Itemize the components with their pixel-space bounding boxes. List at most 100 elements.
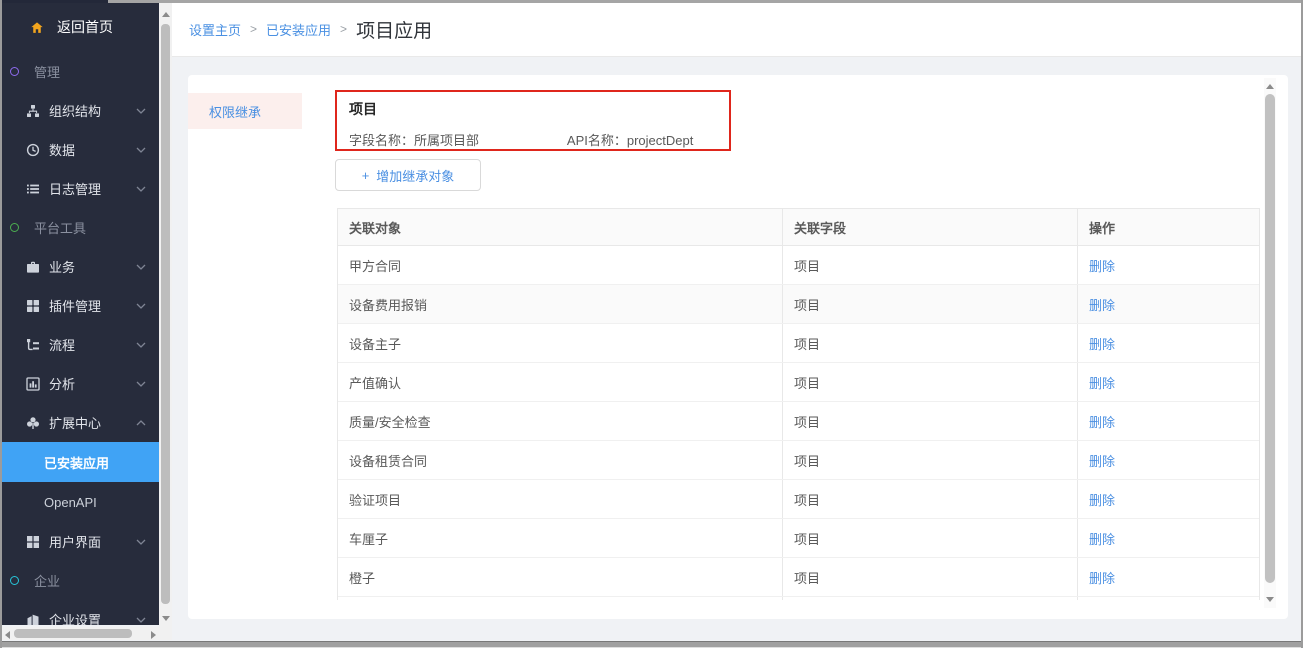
cell-field: 项目	[783, 324, 1078, 362]
chevron-down-icon	[136, 186, 146, 192]
sidebar-item-label: 组织结构	[49, 101, 101, 120]
sidebar-item-log-management[interactable]: 日志管理	[2, 169, 159, 208]
breadcrumb-bar: 设置主页 > 已安装应用 > 项目应用	[172, 2, 1303, 57]
delete-link[interactable]: 删除	[1089, 256, 1115, 275]
table-row: 质量/安全检查 项目 删除	[338, 402, 1259, 441]
tab-permission-inheritance[interactable]: 权限继承	[188, 93, 302, 129]
table-row: 橙子 项目 删除	[338, 558, 1259, 597]
sidebar-item-label: 分析	[49, 374, 75, 393]
api-name-pair: API名称：projectDept	[567, 133, 693, 148]
chevron-down-icon	[136, 264, 146, 270]
plugin-grid-icon	[26, 299, 40, 313]
scroll-down-icon[interactable]	[1266, 597, 1274, 602]
chevron-down-icon	[136, 303, 146, 309]
table-header-object: 关联对象	[338, 209, 783, 245]
scroll-right-icon[interactable]	[151, 631, 156, 639]
sidebar-section-label: 管理	[34, 62, 60, 81]
scroll-down-icon[interactable]	[162, 616, 170, 621]
api-name-value: projectDept	[627, 133, 693, 148]
field-name-label: 字段名称：	[349, 133, 414, 148]
sidebar-item-label: 返回首页	[57, 17, 113, 37]
field-info-row: 字段名称：所属项目部 API名称：projectDept	[349, 130, 717, 149]
chevron-down-icon	[136, 617, 146, 623]
table-row-partial	[338, 597, 1259, 600]
sidebar-item-org-structure[interactable]: 组织结构	[2, 91, 159, 130]
delete-link[interactable]: 删除	[1089, 334, 1115, 353]
breadcrumb-separator: >	[340, 22, 347, 36]
scroll-left-icon[interactable]	[5, 631, 10, 639]
sidebar-item-label: 扩展中心	[49, 413, 101, 432]
sidebar-item-plugin-management[interactable]: 插件管理	[2, 286, 159, 325]
breadcrumb-link-installed-apps[interactable]: 已安装应用	[266, 20, 331, 39]
sidebar-vertical-scrollbar[interactable]	[159, 2, 172, 640]
delete-link[interactable]: 删除	[1089, 295, 1115, 314]
sidebar-item-extension-center[interactable]: 扩展中心	[2, 403, 159, 442]
add-inherit-object-button[interactable]: + 增加继承对象	[335, 159, 481, 191]
scrollbar-thumb[interactable]	[14, 629, 132, 638]
table-header-field: 关联字段	[783, 209, 1078, 245]
relation-table: 关联对象 关联字段 操作 甲方合同 项目 删除 设备费用报销 项目 删除 设备主…	[337, 208, 1260, 600]
delete-link[interactable]: 删除	[1089, 529, 1115, 548]
sidebar-item-home[interactable]: 返回首页	[2, 2, 159, 52]
cell-object: 设备租赁合同	[338, 441, 783, 479]
table-row: 车厘子 项目 删除	[338, 519, 1259, 558]
sidebar-item-workflow[interactable]: 流程	[2, 325, 159, 364]
breadcrumb-link-settings-home[interactable]: 设置主页	[189, 20, 241, 39]
field-info-title: 项目	[349, 99, 717, 119]
sidebar-item-user-interface[interactable]: 用户界面	[2, 522, 159, 561]
add-button-label: 增加继承对象	[376, 166, 454, 185]
org-tree-icon	[26, 104, 40, 118]
cell-field: 项目	[783, 363, 1078, 401]
field-info-annotation-box: 项目 字段名称：所属项目部 API名称：projectDept	[335, 90, 731, 151]
sidebar-section-label: 企业	[34, 571, 60, 590]
sidebar-item-analysis[interactable]: 分析	[2, 364, 159, 403]
delete-link[interactable]: 删除	[1089, 568, 1115, 587]
sidebar-item-label: 已安装应用	[44, 453, 109, 472]
sidebar-item-data[interactable]: 数据	[2, 130, 159, 169]
scroll-up-icon[interactable]	[1266, 84, 1274, 89]
cell-field: 项目	[783, 285, 1078, 323]
building-icon	[26, 613, 40, 626]
sidebar-item-enterprise-settings[interactable]: 企业设置	[2, 600, 159, 625]
sidebar-item-label: 数据	[49, 140, 75, 159]
table-row: 设备主子 项目 删除	[338, 324, 1259, 363]
table-row: 产值确认 项目 删除	[338, 363, 1259, 402]
bar-chart-icon	[26, 377, 40, 391]
scrollbar-thumb[interactable]	[1265, 94, 1275, 583]
cell-field: 项目	[783, 480, 1078, 518]
table-row: 设备费用报销 项目 删除	[338, 285, 1259, 324]
window-top-border	[2, 0, 1303, 3]
sidebar-item-label: 流程	[49, 335, 75, 354]
table-header-actions: 操作	[1078, 209, 1259, 245]
cell-object: 设备费用报销	[338, 285, 783, 323]
content-scrollbar[interactable]	[1264, 78, 1276, 608]
cell-object: 车厘子	[338, 519, 783, 557]
table-header-row: 关联对象 关联字段 操作	[338, 209, 1259, 246]
cell-object: 产值确认	[338, 363, 783, 401]
sidebar-item-business[interactable]: 业务	[2, 247, 159, 286]
sidebar-item-installed-apps[interactable]: 已安装应用	[2, 442, 159, 482]
cell-field: 项目	[783, 246, 1078, 284]
sidebar-section-platform-tools: 平台工具	[2, 208, 159, 247]
sidebar-horizontal-scrollbar[interactable]	[2, 627, 159, 640]
ui-grid-icon	[26, 535, 40, 549]
table-row: 甲方合同 项目 删除	[338, 246, 1259, 285]
scroll-up-icon[interactable]	[162, 12, 170, 17]
delete-link[interactable]: 删除	[1089, 490, 1115, 509]
cell-field: 项目	[783, 441, 1078, 479]
delete-link[interactable]: 删除	[1089, 451, 1115, 470]
circle-icon	[10, 223, 19, 232]
scrollbar-thumb[interactable]	[161, 24, 170, 604]
sidebar-item-label: 插件管理	[49, 296, 101, 315]
sidebar-item-label: OpenAPI	[44, 495, 97, 510]
delete-link[interactable]: 删除	[1089, 412, 1115, 431]
delete-link[interactable]: 删除	[1089, 373, 1115, 392]
sidebar-section-management: 管理	[2, 52, 159, 91]
list-icon	[26, 182, 40, 196]
app-window: 返回首页 管理 组织结构 数据 日志管理	[0, 0, 1303, 648]
breadcrumb-separator: >	[250, 22, 257, 36]
sidebar-item-label: 用户界面	[49, 532, 101, 551]
table-row: 验证项目 项目 删除	[338, 480, 1259, 519]
field-name-pair: 字段名称：所属项目部	[349, 130, 564, 149]
sidebar-item-openapi[interactable]: OpenAPI	[2, 482, 159, 522]
